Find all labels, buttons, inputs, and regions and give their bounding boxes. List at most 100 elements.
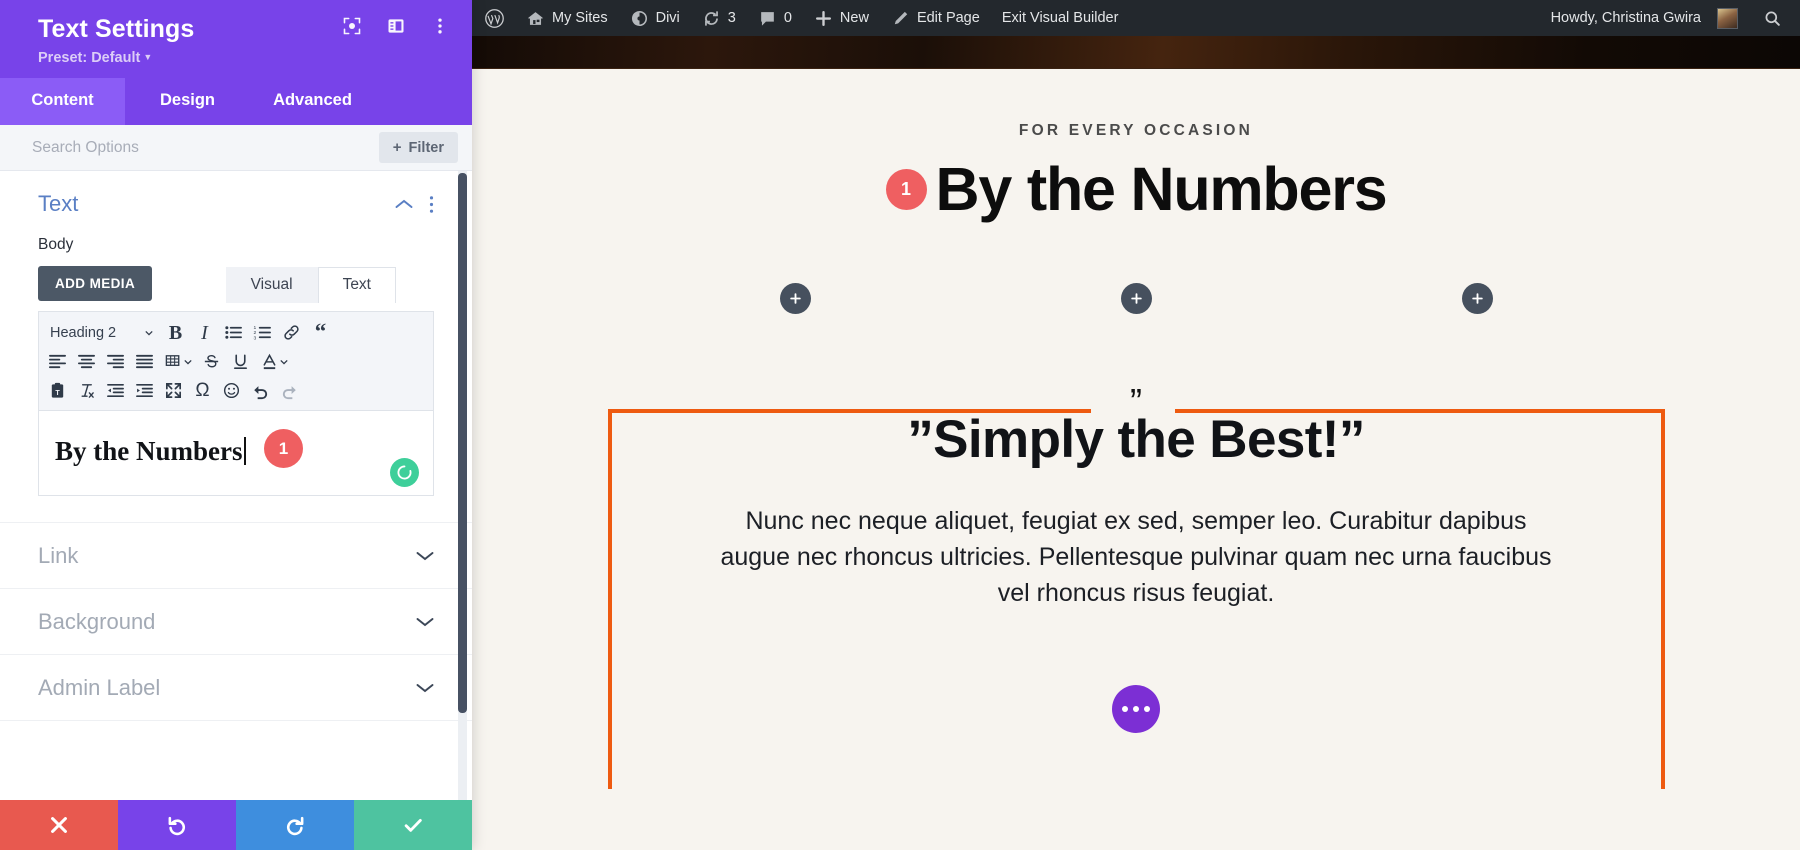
admin-bar-comments[interactable]: 0 (747, 0, 803, 36)
redo-button[interactable] (275, 377, 304, 405)
ellipsis-dot (1122, 706, 1128, 713)
module-actions-button[interactable] (1112, 685, 1160, 734)
strikethrough-button[interactable] (197, 348, 226, 376)
bulleted-list-button[interactable] (219, 319, 248, 347)
admin-bar-edit-page[interactable]: Edit Page (880, 0, 991, 36)
plus-icon (1471, 293, 1483, 304)
loading-spinner-icon (397, 465, 412, 480)
link-button[interactable] (277, 319, 306, 347)
divi-icon (630, 9, 649, 28)
align-justify-button[interactable] (130, 348, 159, 376)
panel-header-icon-group (342, 16, 450, 36)
undo-arrow-icon (168, 816, 186, 836)
tab-text[interactable]: Text (317, 267, 396, 303)
layout-toggle-icon[interactable] (386, 16, 406, 36)
admin-bar-label: 0 (783, 10, 792, 26)
admin-bar-my-sites[interactable]: My Sites (515, 0, 619, 36)
page-title[interactable]: By the Numbers (936, 157, 1388, 221)
text-caret (243, 436, 246, 465)
bold-button[interactable]: B (161, 319, 190, 347)
emoji-icon (223, 382, 240, 399)
italic-button[interactable]: I (190, 319, 219, 347)
wysiwyg-editor: Heading 2 B I 123 “ T Ω By the Numbers 1 (38, 311, 434, 496)
tab-design[interactable]: Design (125, 78, 250, 125)
checkmark-icon (404, 818, 422, 832)
admin-bar-wordpress-logo[interactable] (472, 0, 515, 36)
align-left-button[interactable] (43, 348, 72, 376)
align-right-icon (106, 354, 125, 369)
section-more-options-icon[interactable] (429, 195, 434, 214)
format-select[interactable]: Heading 2 (43, 319, 161, 347)
admin-bar-exit-visual-builder[interactable]: Exit Visual Builder (991, 0, 1130, 36)
numbered-list-button[interactable]: 123 (248, 319, 277, 347)
chevron-down-icon[interactable] (416, 616, 434, 628)
chevron-up-icon[interactable] (395, 198, 413, 210)
section-background-controls (416, 616, 434, 628)
align-right-button[interactable] (101, 348, 130, 376)
search-input[interactable] (32, 138, 379, 157)
admin-bar-updates[interactable]: 3 (691, 0, 747, 36)
redo-button[interactable] (236, 800, 354, 850)
section-link-controls (416, 550, 434, 562)
add-module-button-3[interactable] (1461, 283, 1493, 315)
blockquote-button[interactable]: “ (306, 319, 335, 347)
undo-button[interactable] (118, 800, 236, 850)
editor-heading-text: By the Numbers (55, 435, 243, 466)
section-link-title: Link (38, 543, 79, 568)
quote-border-top-left (607, 409, 1091, 414)
testimonial-body[interactable]: Nunc nec neque aliquet, feugiat ex sed, … (716, 503, 1556, 611)
section-link-header[interactable]: Link (38, 523, 434, 588)
align-center-button[interactable] (72, 348, 101, 376)
testimonial-module[interactable]: ” ”Simply the Best!” Nunc nec neque aliq… (607, 384, 1665, 790)
tab-visual[interactable]: Visual (225, 267, 318, 303)
numbered-list-icon: 123 (253, 325, 271, 341)
svg-text:3: 3 (253, 335, 256, 341)
admin-bar-right-group: Howdy, Christina Gwira (1538, 0, 1800, 36)
page-canvas: FOR EVERY OCCASION 1 By the Numbers ” ”S… (472, 36, 1800, 850)
panel-scrollbar-thumb[interactable] (458, 173, 467, 713)
undo-button[interactable] (246, 377, 275, 405)
italic-icon: I (201, 321, 208, 344)
outdent-button[interactable] (101, 377, 130, 405)
panel-preset-label: Preset: Default (38, 50, 141, 66)
add-module-button-1[interactable] (779, 283, 811, 315)
admin-bar-account[interactable]: Howdy, Christina Gwira (1538, 0, 1749, 36)
section-background-header[interactable]: Background (38, 589, 434, 654)
admin-bar-label: New (839, 10, 869, 26)
text-color-button[interactable] (255, 348, 293, 376)
section-admin-label-header[interactable]: Admin Label (38, 655, 434, 720)
editor-content-area[interactable]: By the Numbers 1 (39, 411, 433, 495)
heading-number-badge: 1 (885, 168, 927, 210)
focus-icon[interactable] (342, 16, 362, 36)
indent-button[interactable] (130, 377, 159, 405)
table-button[interactable] (159, 348, 197, 376)
plus-icon (1130, 293, 1142, 304)
more-options-icon[interactable] (430, 16, 450, 36)
admin-bar-new[interactable]: New (803, 0, 880, 36)
tab-advanced[interactable]: Advanced (250, 78, 375, 125)
paste-as-text-button[interactable]: T (43, 377, 72, 405)
add-module-button-2[interactable] (1120, 283, 1152, 315)
admin-bar-divi[interactable]: Divi (619, 0, 691, 36)
clear-formatting-button[interactable] (72, 377, 101, 405)
admin-bar-label: Edit Page (916, 10, 980, 26)
outdent-icon (107, 383, 124, 398)
cancel-button[interactable] (0, 800, 118, 850)
section-heading-row: 1 By the Numbers (472, 157, 1800, 221)
clear-formatting-icon (81, 384, 94, 398)
chevron-down-icon[interactable] (416, 550, 434, 562)
section-text-header[interactable]: Text (38, 171, 434, 236)
section-eyebrow: FOR EVERY OCCASION (1018, 122, 1254, 139)
chevron-down-icon[interactable] (416, 682, 434, 694)
tab-content[interactable]: Content (0, 78, 125, 125)
quote-border-left (607, 409, 612, 790)
underline-button[interactable] (226, 348, 255, 376)
fullscreen-button[interactable] (159, 377, 188, 405)
panel-preset-selector[interactable]: Preset: Default ▼ (38, 50, 450, 66)
admin-bar-search-button[interactable] (1749, 9, 1800, 28)
filter-button[interactable]: + Filter (378, 132, 458, 163)
add-media-button[interactable]: ADD MEDIA (38, 266, 153, 301)
save-button[interactable] (354, 800, 472, 850)
special-character-button[interactable]: Ω (188, 377, 217, 405)
emoji-button[interactable] (217, 377, 246, 405)
